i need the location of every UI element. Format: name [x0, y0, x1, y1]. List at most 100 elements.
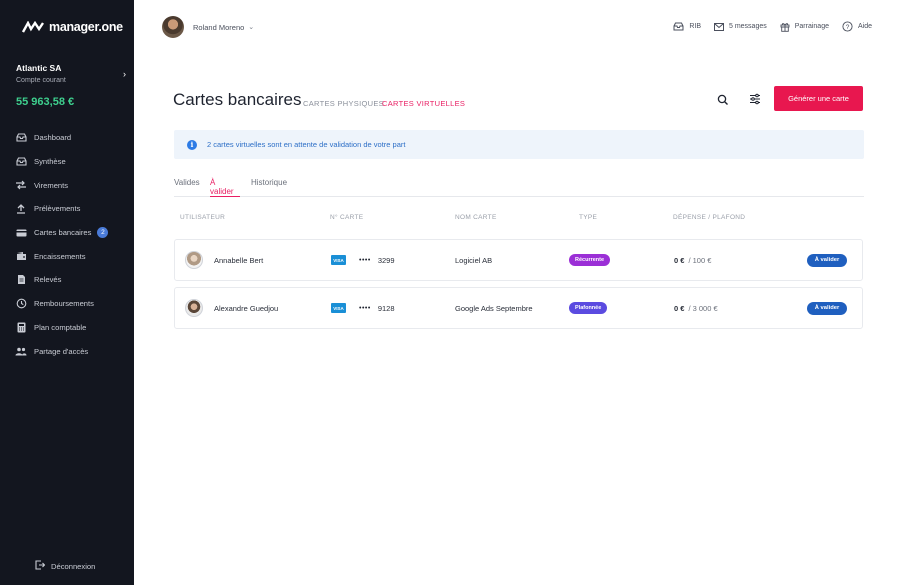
column-header-type: TYPE	[579, 214, 598, 221]
mail-icon	[713, 22, 724, 31]
sidebar-item-label: Virements	[34, 180, 69, 190]
sidebar-item-label: Relevés	[34, 275, 62, 285]
transfer-icon	[15, 180, 27, 190]
user-name: Alexandre Guedjou	[214, 303, 279, 313]
logout-label: Déconnexion	[51, 561, 96, 571]
calculator-icon	[15, 322, 27, 333]
masked-digits: ••••	[359, 304, 371, 312]
column-header-card-number: N° CARTE	[330, 214, 364, 221]
sidebar-item-label: Encaissements	[34, 251, 86, 261]
rib-link[interactable]: RIB	[673, 22, 701, 31]
info-alert: i 2 cartes virtuelles sont en attente de…	[174, 130, 864, 159]
tab-valides[interactable]: Valides	[174, 178, 200, 197]
spent-amount: 0 €	[674, 255, 685, 265]
chevron-right-icon: ›	[123, 69, 126, 79]
card-last-digits: 9128	[377, 303, 395, 313]
sidebar-item-encaissements[interactable]: Encaissements	[0, 244, 134, 268]
column-header-card-name: NOM CARTE	[455, 214, 497, 221]
visa-icon: VISA	[331, 303, 346, 313]
sidebar-item-label: Partage d'accès	[34, 346, 89, 356]
spent-amount: 0 €	[674, 303, 685, 313]
spend-cell: 0 € / 100 €	[674, 240, 711, 280]
page-title: Cartes bancaires	[173, 90, 302, 109]
spend-cell: 0 € / 3 000 €	[674, 288, 718, 328]
alert-text: 2 cartes virtuelles sont en attente de v…	[207, 140, 406, 149]
card-name: Google Ads Septembre	[455, 303, 533, 313]
action-cell: À valider	[807, 288, 847, 328]
avatar	[185, 251, 203, 269]
inbox-icon	[15, 133, 27, 143]
sidebar-item-label: Synthèse	[34, 157, 66, 167]
sidebar-item-remboursements[interactable]: Remboursements	[0, 292, 134, 316]
messages-link[interactable]: 5 messages	[713, 22, 767, 31]
gift-icon	[780, 22, 790, 32]
sliders-icon	[750, 93, 760, 105]
column-header-spend: DÉPENSE / PLAFOND	[673, 214, 746, 221]
sidebar-item-synthese[interactable]: Synthèse	[0, 150, 134, 174]
sidebar-item-label: Cartes bancaires	[34, 228, 92, 238]
upload-icon	[15, 203, 27, 214]
logout-button[interactable]: Déconnexion	[35, 560, 95, 572]
users-icon	[15, 346, 27, 356]
action-cell: À valider	[807, 240, 847, 280]
sidebar-item-releves[interactable]: Relevés	[0, 268, 134, 292]
user-cell: Alexandre Guedjou	[185, 288, 278, 328]
user-menu[interactable]: Roland Moreno ⌄	[162, 16, 254, 38]
help-icon: ?	[842, 21, 853, 32]
sidebar-item-prelevements[interactable]: Prélèvements	[0, 197, 134, 221]
generate-card-button[interactable]: Générer une carte	[774, 86, 863, 111]
account-type: Compte courant	[16, 77, 66, 84]
svg-text:?: ?	[846, 24, 850, 31]
type-badge: Récurrente	[569, 254, 611, 266]
messages-label: 5 messages	[728, 23, 767, 30]
logo-icon	[22, 21, 44, 33]
type-badge: Plafonnée	[569, 302, 608, 314]
tab-a-valider[interactable]: À valider	[210, 178, 240, 197]
logout-icon	[35, 560, 46, 572]
tab-physical-cards[interactable]: CARTES PHYSIQUES	[303, 99, 384, 108]
search-icon	[717, 94, 728, 105]
sidebar-item-label: Remboursements	[34, 299, 94, 309]
sidebar-item-plan-comptable[interactable]: Plan comptable	[0, 316, 134, 340]
parrainage-label: Parrainage	[794, 23, 829, 30]
refund-icon	[15, 298, 27, 309]
wallet-icon	[15, 251, 27, 261]
sidebar-item-virements[interactable]: Virements	[0, 173, 134, 197]
limit-amount: / 100 €	[688, 255, 712, 265]
type-cell: Récurrente	[569, 240, 611, 280]
sidebar-item-partage-acces[interactable]: Partage d'accès	[0, 339, 134, 363]
type-cell: Plafonnée	[569, 288, 608, 328]
sidebar-item-label: Prélèvements	[34, 204, 81, 214]
info-icon: i	[187, 139, 197, 150]
help-link[interactable]: ? Aide	[842, 21, 872, 32]
validate-button[interactable]: À valider	[807, 253, 847, 267]
table-row[interactable]: Alexandre Guedjou VISA •••• 9128 Google …	[174, 287, 863, 329]
sidebar-item-label: Plan comptable	[34, 322, 87, 332]
sidebar-item-cartes-bancaires[interactable]: Cartes bancaires 2	[0, 221, 134, 245]
sidebar-item-label: Dashboard	[34, 133, 72, 143]
user-cell: Annabelle Bert	[185, 240, 263, 280]
account-selector[interactable]: Atlantic SA Compte courant ›	[16, 63, 126, 84]
card-icon	[15, 228, 27, 238]
rib-label: RIB	[689, 23, 701, 30]
status-tabs: Valides À valider Historique	[174, 178, 864, 197]
top-actions: RIB 5 messages Parrainage ? Aide	[673, 21, 872, 32]
parrainage-link[interactable]: Parrainage	[780, 22, 829, 32]
search-button[interactable]	[716, 93, 730, 107]
avatar	[162, 16, 184, 38]
user-name: Annabelle Bert	[214, 255, 264, 265]
notification-badge: 2	[97, 227, 109, 239]
sidebar-item-dashboard[interactable]: Dashboard	[0, 126, 134, 150]
filter-button[interactable]	[748, 92, 762, 106]
table-row[interactable]: Annabelle Bert VISA •••• 3299 Logiciel A…	[174, 239, 863, 281]
tab-historique[interactable]: Historique	[251, 178, 287, 197]
inbox-icon	[15, 157, 27, 167]
account-name: Atlantic SA	[16, 63, 62, 73]
masked-digits: ••••	[359, 256, 371, 264]
chevron-down-icon: ⌄	[248, 24, 255, 31]
column-header-user: UTILISATEUR	[180, 214, 226, 221]
logo[interactable]: manager.one	[22, 20, 123, 34]
tab-virtual-cards[interactable]: CARTES VIRTUELLES	[382, 99, 465, 108]
validate-button[interactable]: À valider	[807, 301, 847, 315]
avatar	[185, 299, 203, 317]
